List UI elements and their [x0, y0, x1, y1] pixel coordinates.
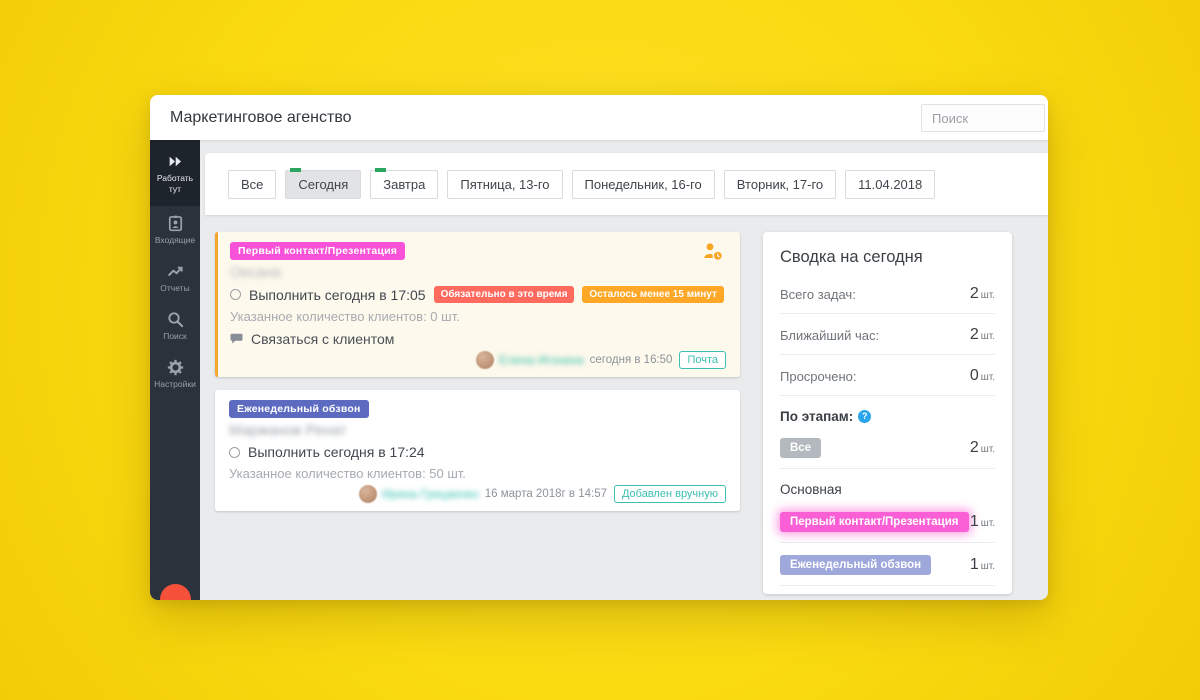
- source-badge: Добавлен вручную: [613, 485, 726, 503]
- main-area: Все Сегодня Завтра Пятница, 13-го Понеде…: [200, 140, 1048, 600]
- clients-count: Указанное количество клиентов: 0 шт.: [230, 309, 460, 324]
- summary-row-label: Просрочено:: [780, 368, 857, 384]
- app-header: Маркетинговое агенство: [150, 95, 1048, 140]
- tab-friday-13[interactable]: Пятница, 13-го: [447, 169, 563, 199]
- sidebar-item-label: Входящие: [154, 235, 196, 246]
- timestamp: сегодня в 16:50: [589, 354, 673, 366]
- inbox-badge-icon: [168, 215, 182, 232]
- summary-row-value: 0: [969, 367, 979, 384]
- tab-label: Вторник, 17-го: [736, 176, 824, 192]
- timestamp: 16 марта 2018г в 14:57: [484, 488, 607, 500]
- task-card[interactable]: Еженедельный обзвон Маржанов Ренат Выпол…: [215, 390, 740, 511]
- task-card[interactable]: Первый контакт/Презентация Оксана Выполн…: [215, 232, 740, 377]
- sidebar-item-inbox[interactable]: Входящие: [150, 206, 200, 254]
- today-summary-panel: Сводка на сегодня Всего задач: 2 шт. Ближ…: [763, 232, 1012, 594]
- task-status-icon: [229, 446, 240, 458]
- summary-row-label: Ближайший час:: [780, 327, 880, 343]
- person-clock-icon: [704, 243, 724, 262]
- task-action-text: Связаться с клиентом: [251, 331, 395, 347]
- sidebar-item-settings[interactable]: Настройки: [150, 350, 200, 398]
- search-input[interactable]: [921, 104, 1045, 132]
- summary-row-unit: шт.: [980, 561, 995, 572]
- task-status-icon: [230, 289, 241, 300]
- summary-row-next-hour: Ближайший час: 2 шт.: [780, 314, 995, 355]
- summary-row-total: Всего задач: 2 шт.: [780, 273, 995, 314]
- contact-name[interactable]: Маржанов Ренат: [229, 422, 346, 439]
- due-text: Выполнить сегодня в 17:24: [248, 444, 425, 460]
- contact-name[interactable]: Оксана: [230, 264, 281, 281]
- stages-heading: По этапам: ?: [780, 396, 995, 426]
- sidebar-item-label: Настройки: [154, 379, 196, 390]
- required-time-badge: Обязательно в это время: [433, 286, 575, 303]
- sidebar-item-label: Поиск: [163, 331, 187, 342]
- summary-row-value: 2: [969, 285, 979, 302]
- stage-filter-chip[interactable]: Еженедельный обзвон: [780, 555, 932, 575]
- stages-heading-label: По этапам:: [780, 409, 854, 424]
- active-day-indicator: [375, 167, 387, 172]
- comment-icon: [230, 333, 243, 344]
- tab-all[interactable]: Все: [228, 169, 277, 199]
- summary-row-value: 2: [969, 439, 979, 456]
- stage-chip: Еженедельный обзвон: [229, 400, 369, 418]
- stage-filter-chip[interactable]: Первый контакт/Презентация: [780, 512, 969, 532]
- tab-tomorrow[interactable]: Завтра: [370, 167, 439, 199]
- summary-row-unit: шт.: [980, 518, 995, 529]
- avatar: [359, 485, 378, 503]
- summary-row-unit: шт.: [980, 444, 995, 455]
- summary-row-all-stages: Все 2 шт.: [780, 426, 995, 469]
- search-icon: [167, 312, 183, 328]
- sidebar-item-label: Работать тут: [156, 173, 194, 195]
- tab-label: Понедельник, 16-го: [584, 176, 702, 192]
- fast-forward-icon: [169, 156, 181, 167]
- active-day-indicator: [290, 167, 302, 172]
- summary-row-stage-weekly-call: Еженедельный обзвон 1 шт.: [780, 543, 995, 586]
- help-icon[interactable]: ?: [858, 410, 872, 423]
- tab-date-11-04-2018[interactable]: 11.04.2018: [845, 169, 936, 199]
- tab-tuesday-17[interactable]: Вторник, 17-го: [723, 169, 837, 199]
- app-window: Маркетинговое агенство Работать тут Вход…: [150, 95, 1048, 600]
- summary-row-label: Всего задач:: [780, 286, 856, 302]
- day-filter-bar: Все Сегодня Завтра Пятница, 13-го Понеде…: [205, 153, 1048, 215]
- stage-filter-chip-all[interactable]: Все: [780, 438, 822, 458]
- summary-row-stage-first-contact: Первый контакт/Презентация 1 шт.: [780, 500, 995, 543]
- sidebar-item-reports[interactable]: Отчеты: [150, 254, 200, 302]
- tab-label: Завтра: [383, 176, 426, 192]
- task-list: Первый контакт/Презентация Оксана Выполн…: [215, 232, 740, 524]
- summary-title: Сводка на сегодня: [780, 248, 923, 266]
- pipeline-group-label: Основная: [780, 482, 842, 497]
- summary-row-unit: шт.: [980, 331, 995, 342]
- tab-label: Сегодня: [298, 176, 349, 192]
- clients-count: Указанное количество клиентов: 50 шт.: [229, 466, 466, 481]
- tab-label: Пятница, 13-го: [460, 176, 550, 192]
- account-title: Маркетинговое агенство: [170, 108, 352, 126]
- time-left-badge: Осталось менее 15 минут: [582, 286, 724, 303]
- author-name[interactable]: Елена Игонина: [499, 353, 583, 367]
- summary-row-unit: шт.: [980, 290, 995, 301]
- tab-label: 11.04.2018: [858, 176, 923, 192]
- summary-row-value: 1: [969, 556, 979, 573]
- summary-row-unit: шт.: [980, 372, 995, 383]
- tab-today[interactable]: Сегодня: [285, 167, 362, 199]
- stage-chip: Первый контакт/Презентация: [230, 242, 406, 260]
- avatar: [476, 351, 495, 369]
- sidebar: Работать тут Входящие Отчеты Поиск Настр…: [150, 140, 200, 600]
- tab-label: Все: [241, 176, 264, 192]
- trending-up-icon: [167, 266, 183, 277]
- tab-monday-16[interactable]: Понедельник, 16-го: [571, 169, 715, 199]
- summary-row-overdue: Просрочено: 0 шт.: [780, 355, 995, 396]
- summary-row-value: 1: [969, 513, 979, 530]
- summary-row-value: 2: [969, 326, 979, 343]
- due-text: Выполнить сегодня в 17:05: [249, 286, 426, 303]
- sidebar-item-label: Отчеты: [160, 283, 190, 294]
- gear-icon: [167, 360, 183, 376]
- source-badge: Почта: [679, 351, 726, 369]
- author-name[interactable]: Ирина Грицаенко: [382, 487, 479, 501]
- sidebar-item-worknow[interactable]: Работать тут: [150, 140, 200, 207]
- sidebar-item-search[interactable]: Поиск: [150, 302, 200, 350]
- notification-fab[interactable]: [160, 584, 191, 600]
